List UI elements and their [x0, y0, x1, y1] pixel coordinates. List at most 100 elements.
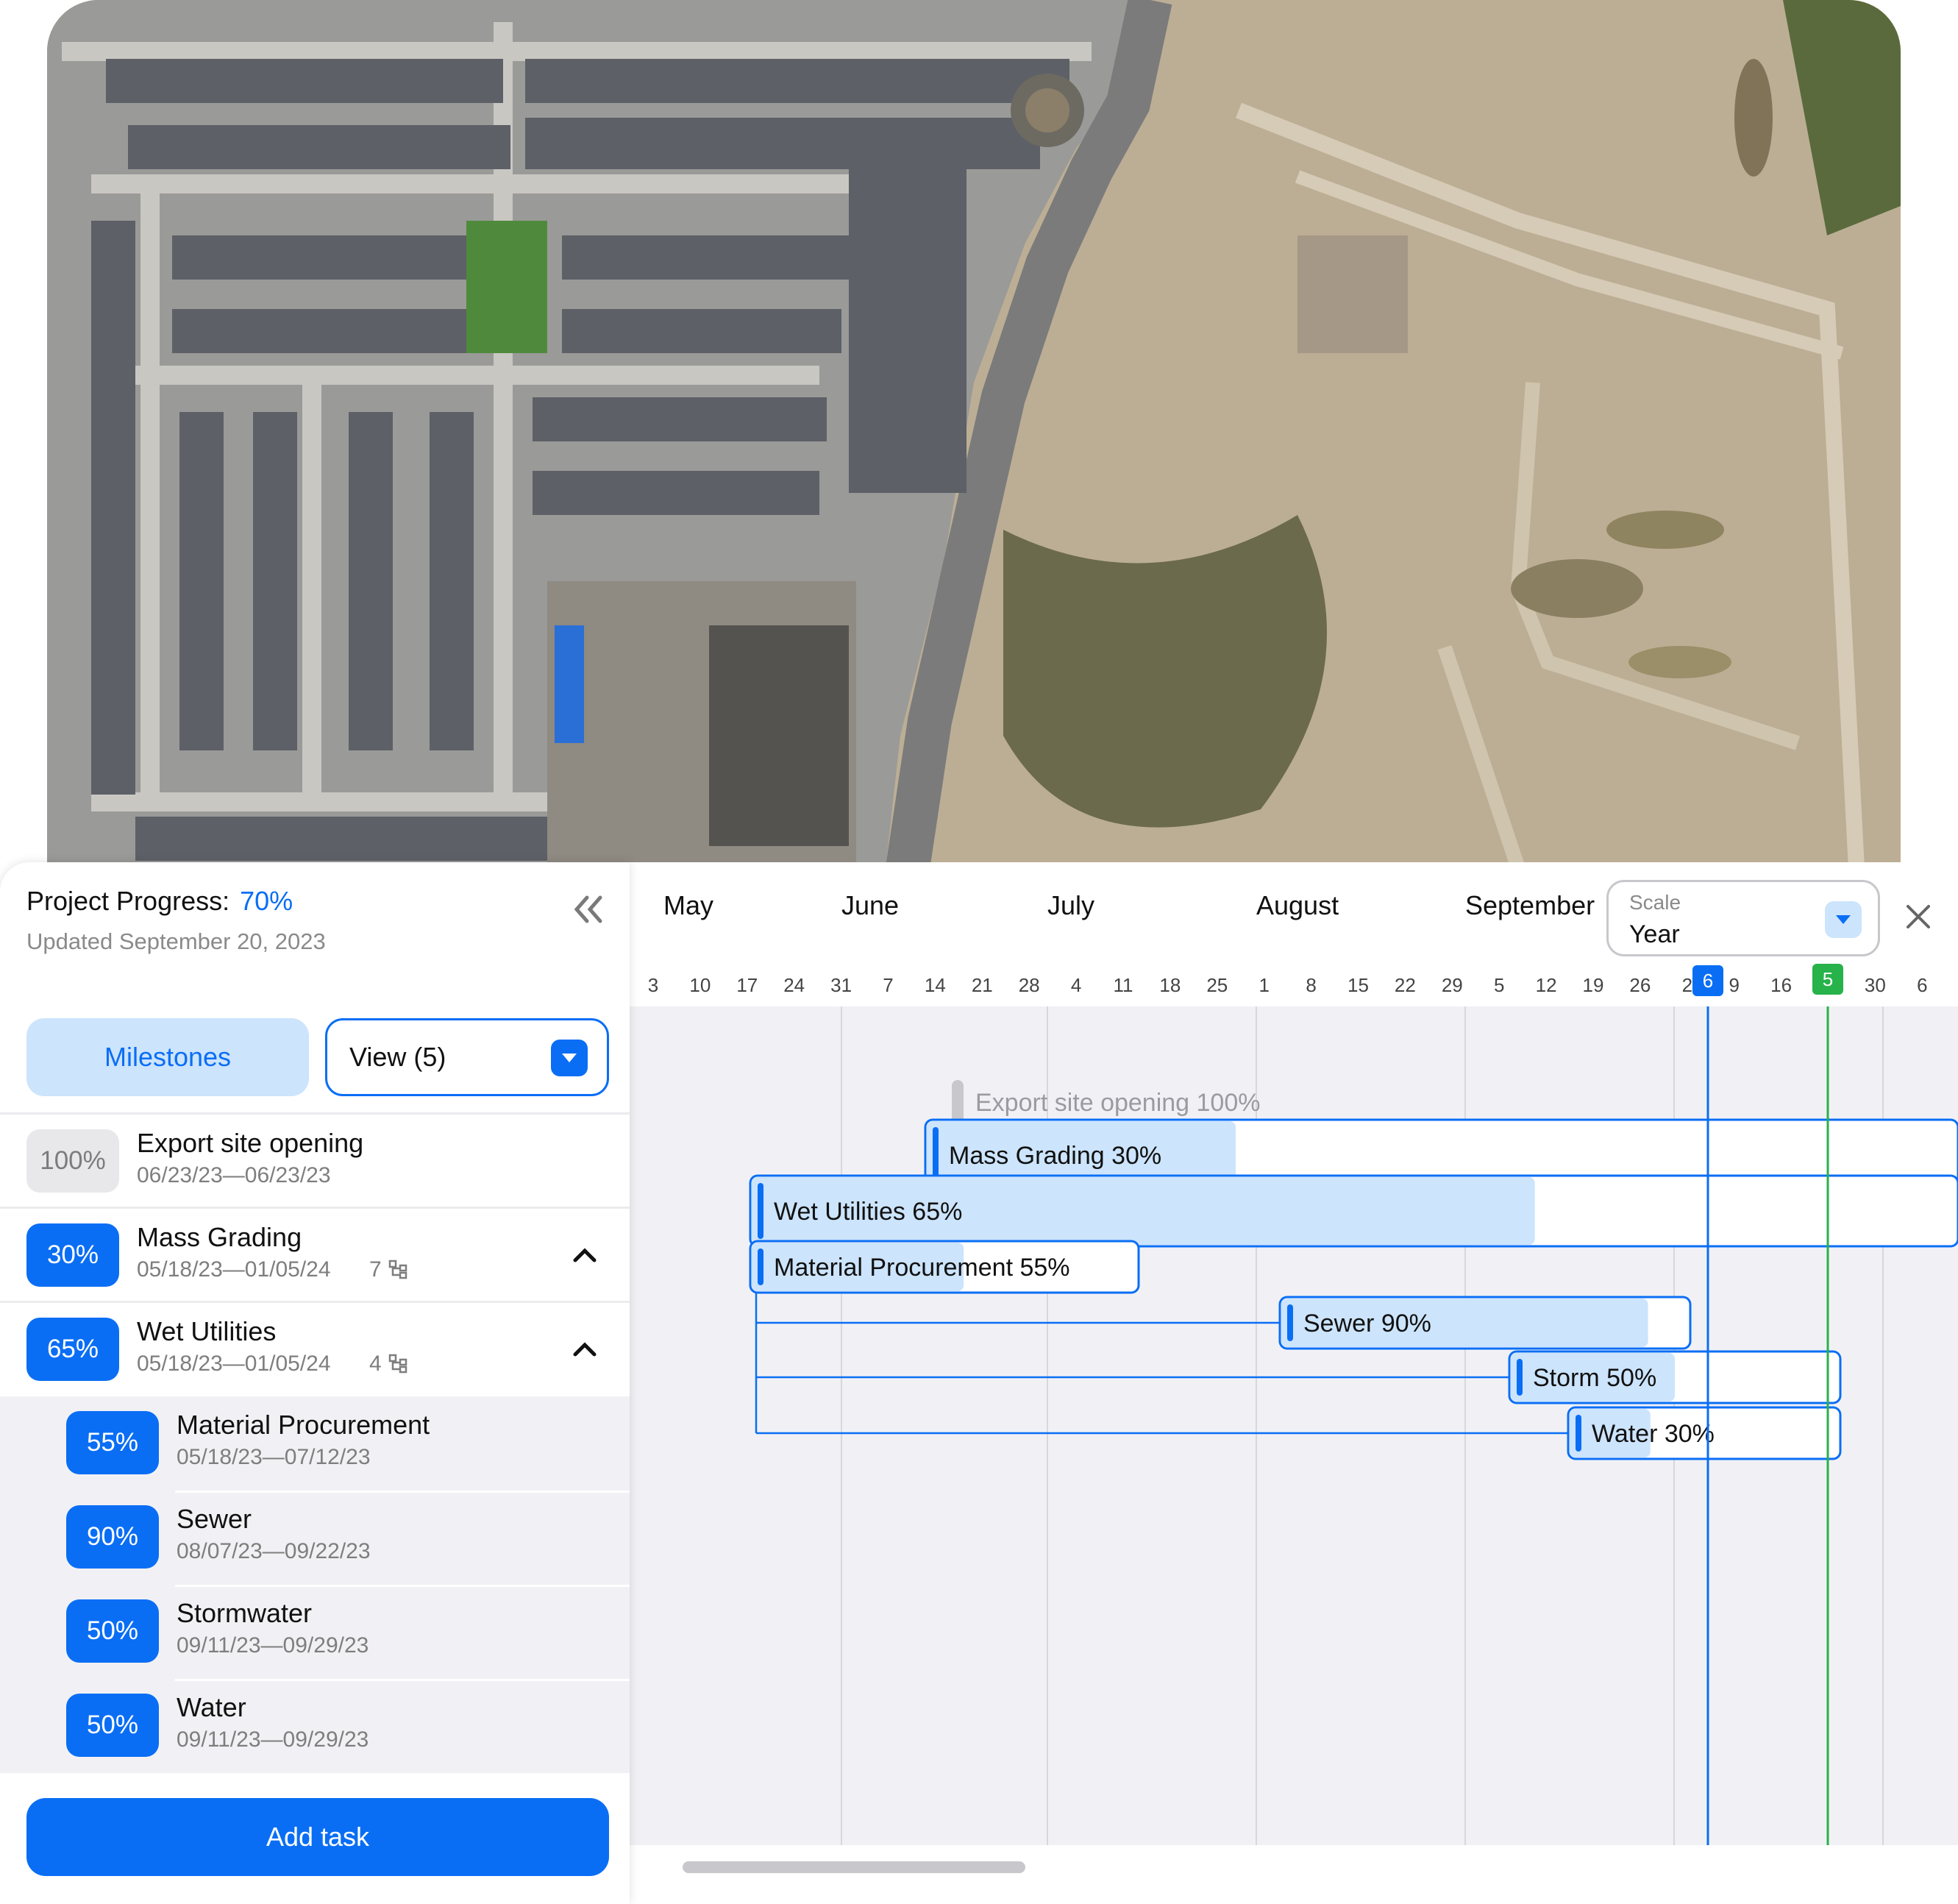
day-tick-label: 9 — [1729, 974, 1740, 996]
task-row[interactable]: 90% Sewer 08/07/23—09/22/23 — [0, 1491, 630, 1585]
target-date-marker: 5 — [1812, 964, 1843, 995]
subtasks-icon — [388, 1354, 407, 1374]
task-name: Export site opening — [137, 1128, 364, 1158]
day-tick-label: 3 — [647, 974, 659, 996]
day-tick-label: 6 — [1917, 974, 1928, 996]
day-tick-label: 11 — [1113, 974, 1133, 996]
task-row[interactable]: 50% Water 09/11/23—09/29/23 — [0, 1679, 630, 1773]
gantt-chart: Export site opening 100% Mass Grading 30%… — [749, 1006, 1958, 1845]
aerial-site-image — [47, 0, 1901, 868]
task-name: Stormwater — [177, 1598, 313, 1628]
task-row[interactable]: 30% Mass Grading 05/18/23—01/05/24 7 — [0, 1207, 630, 1301]
milestones-panel: Project Progress: 70% Updated September 2… — [0, 862, 630, 1904]
day-tick-label: 2 — [1681, 974, 1693, 996]
day-tick-label: 25 — [1206, 974, 1228, 996]
month-label: May — [663, 890, 714, 920]
day-tick-label: 12 — [1535, 974, 1557, 996]
gantt-bar-label: Mass Grading 30% — [949, 1142, 1161, 1170]
gantt-bar-label: Storm 50% — [1533, 1364, 1656, 1392]
gantt-bar-label: Water 30% — [1592, 1420, 1715, 1448]
add-task-button[interactable]: Add task — [26, 1798, 609, 1876]
month-label: August — [1256, 890, 1339, 920]
project-progress-label: Project Progress: — [26, 886, 230, 916]
day-tick-label: 19 — [1582, 974, 1604, 996]
scale-select[interactable]: Scale Year — [1606, 880, 1880, 956]
task-name: Sewer — [177, 1504, 252, 1534]
collapse-panel-button[interactable] — [568, 889, 609, 930]
today-marker: 6 — [1692, 965, 1723, 996]
milestone-marker — [952, 1080, 964, 1124]
milestone-label: Export site opening 100% — [975, 1089, 1260, 1117]
gantt-bar-handle — [1576, 1415, 1581, 1452]
day-tick-label: 14 — [924, 974, 946, 996]
row-divider — [175, 1679, 630, 1681]
gantt-bar-handle — [758, 1248, 763, 1285]
day-tick-label: 8 — [1306, 974, 1317, 996]
task-dates: 09/11/23—09/29/23 — [177, 1727, 369, 1752]
day-tick-label: 16 — [1770, 974, 1793, 996]
row-divider — [175, 1585, 630, 1587]
task-row[interactable]: 55% Material Procurement 05/18/23—07/12/23 — [0, 1396, 630, 1491]
task-progress-badge: 65% — [26, 1318, 119, 1381]
task-dates: 05/18/23—07/12/23 — [177, 1445, 371, 1469]
project-progress-title: Project Progress: 70% — [26, 886, 293, 917]
day-tick-label: 21 — [971, 974, 993, 996]
day-tick-label: 30 — [1864, 974, 1886, 996]
day-tick-label: 7 — [883, 974, 894, 996]
day-tick-label: 28 — [1018, 974, 1040, 996]
task-progress-badge: 100% — [26, 1129, 119, 1193]
gantt-bar-label: Sewer 90% — [1303, 1310, 1431, 1338]
scale-label: Scale — [1629, 891, 1681, 914]
task-name: Wet Utilities — [137, 1316, 277, 1346]
subtask-count: 7 — [369, 1257, 408, 1282]
close-icon — [1907, 905, 1930, 928]
month-label: July — [1047, 890, 1095, 920]
task-name: Water — [177, 1692, 246, 1722]
task-progress-badge: 50% — [66, 1599, 159, 1663]
subtasks-icon — [388, 1260, 407, 1279]
gantt-bar-label: Wet Utilities 65% — [774, 1198, 962, 1226]
day-tick-label: 5 — [1493, 974, 1505, 996]
scale-value: Year — [1629, 920, 1680, 948]
milestones-button[interactable]: Milestones — [26, 1018, 309, 1096]
task-row[interactable]: 65% Wet Utilities 05/18/23—01/05/24 4 — [0, 1301, 630, 1395]
view-dropdown[interactable]: View (5) — [325, 1018, 609, 1096]
day-tick-label: 17 — [736, 974, 758, 996]
view-dropdown-label: View (5) — [349, 1042, 446, 1072]
day-tick-label: 15 — [1348, 974, 1369, 996]
subtask-count-value: 7 — [369, 1257, 382, 1282]
month-label: June — [841, 890, 900, 920]
task-progress-badge: 55% — [66, 1411, 159, 1474]
task-progress-badge: 30% — [26, 1223, 119, 1287]
project-progress-value: 70% — [240, 886, 293, 916]
gantt-bar-handle — [1517, 1359, 1523, 1396]
day-tick-label: 22 — [1394, 974, 1416, 996]
chevron-up-icon[interactable] — [566, 1237, 603, 1274]
task-row[interactable]: 100% Export site opening 06/23/23—06/23/23 — [0, 1112, 630, 1207]
horizontal-scrollbar[interactable] — [683, 1861, 1025, 1873]
day-tick-label: 24 — [783, 974, 805, 996]
day-tick-label: 29 — [1441, 974, 1463, 996]
task-row[interactable]: 50% Stormwater 09/11/23—09/29/23 — [0, 1585, 630, 1679]
task-dates: 06/23/23—06/23/23 — [137, 1163, 331, 1187]
task-progress-badge: 90% — [66, 1505, 159, 1569]
day-tick-label: 18 — [1159, 974, 1181, 996]
dropdown-arrow-icon — [551, 1040, 588, 1076]
dropdown-arrow-icon — [1825, 901, 1862, 938]
updated-date: Updated September 20, 2023 — [26, 928, 326, 954]
close-button[interactable] — [1896, 895, 1940, 939]
day-tick-label: 10 — [689, 974, 711, 996]
gantt-bar-handle — [1287, 1304, 1293, 1341]
task-progress-badge: 50% — [66, 1694, 159, 1757]
task-dates: 05/18/23—01/05/24 — [137, 1351, 331, 1376]
day-tick-label: 31 — [830, 974, 852, 996]
task-name: Mass Grading — [137, 1222, 302, 1252]
month-label: September — [1465, 890, 1595, 920]
subtask-count-value: 4 — [369, 1351, 382, 1376]
gantt-timeline: May June July August September 3 10 17 24 31 7 14 2… — [630, 862, 1958, 1878]
day-tick-label: 26 — [1629, 974, 1651, 996]
task-dates: 05/18/23—01/05/24 — [137, 1257, 331, 1282]
chevron-up-icon[interactable] — [566, 1331, 603, 1368]
aerial-photo — [47, 0, 1901, 868]
double-chevron-left-icon — [574, 895, 602, 923]
